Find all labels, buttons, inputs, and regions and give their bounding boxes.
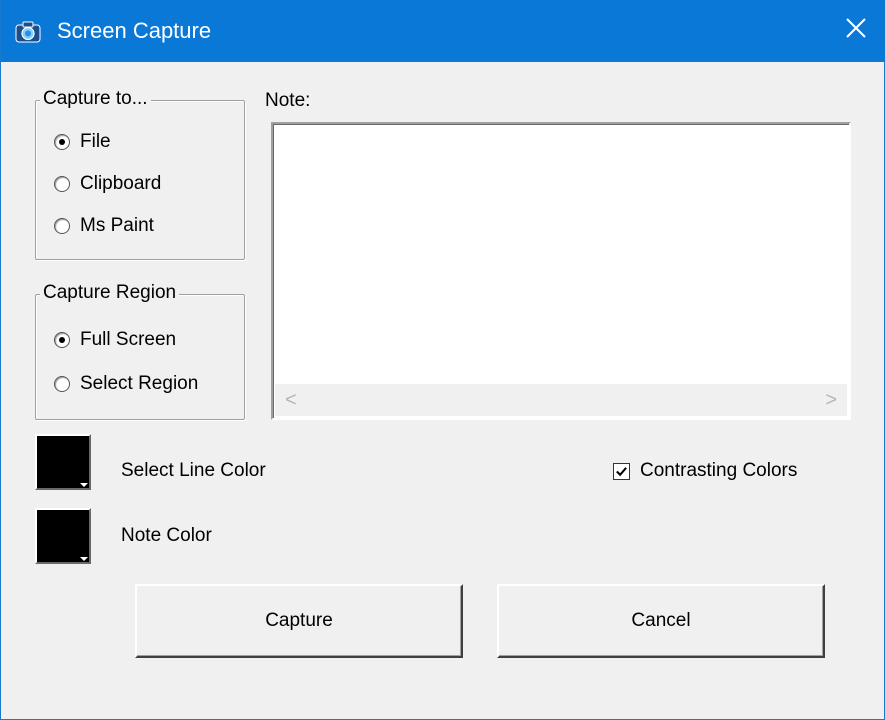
camera-icon <box>15 20 41 44</box>
radio-select-region[interactable]: Select Region <box>54 373 198 395</box>
radio-clipboard-button[interactable] <box>54 176 70 192</box>
radio-full-screen-label: Full Screen <box>80 329 177 350</box>
dropdown-arrow-icon <box>80 557 88 561</box>
radio-clipboard[interactable]: Clipboard <box>54 173 161 195</box>
capture-to-group: Capture to... File Clipboard Ms Paint <box>35 88 245 260</box>
note-color-label: Note Color <box>121 525 212 546</box>
note-color-picker[interactable] <box>35 508 91 564</box>
contrasting-colors-checkbox[interactable]: Contrasting Colors <box>613 460 797 482</box>
horizontal-scrollbar[interactable]: < > <box>275 384 847 416</box>
radio-file[interactable]: File <box>54 131 111 153</box>
cancel-button-label: Cancel <box>631 610 691 631</box>
line-color-label: Select Line Color <box>121 460 266 481</box>
note-label: Note: <box>265 90 311 111</box>
checkmark-icon <box>616 466 627 476</box>
radio-ms-paint-button[interactable] <box>54 218 70 234</box>
radio-select-region-label: Select Region <box>80 373 199 394</box>
title-bar: Screen Capture <box>1 0 885 62</box>
window-title: Screen Capture <box>57 18 212 43</box>
radio-clipboard-label: Clipboard <box>80 173 162 194</box>
cancel-button[interactable]: Cancel <box>497 584 825 658</box>
scroll-right-icon[interactable]: > <box>825 389 837 412</box>
contrasting-colors-label: Contrasting Colors <box>640 460 798 481</box>
capture-button-label: Capture <box>265 610 333 631</box>
note-text <box>273 124 849 132</box>
radio-full-screen-button[interactable] <box>54 332 70 348</box>
checkbox-box[interactable] <box>613 462 630 480</box>
capture-region-group: Capture Region Full Screen Select Region <box>35 282 245 420</box>
line-color-picker[interactable] <box>35 434 91 490</box>
dropdown-arrow-icon <box>80 483 88 487</box>
radio-full-screen[interactable]: Full Screen <box>54 329 176 351</box>
capture-button[interactable]: Capture <box>135 584 463 658</box>
radio-ms-paint-label: Ms Paint <box>80 215 154 236</box>
scroll-left-icon[interactable]: < <box>285 389 297 412</box>
close-icon <box>845 17 867 45</box>
radio-file-label: File <box>80 131 111 152</box>
radio-select-region-button[interactable] <box>54 376 70 392</box>
close-button[interactable] <box>826 0 885 62</box>
capture-to-legend: Capture to... <box>40 88 151 110</box>
capture-region-legend: Capture Region <box>40 282 180 304</box>
radio-ms-paint[interactable]: Ms Paint <box>54 215 154 237</box>
radio-file-button[interactable] <box>54 134 70 150</box>
screen-capture-dialog: Screen Capture Capture to... File Clipbo… <box>0 0 885 720</box>
note-textarea[interactable]: < > <box>271 122 851 420</box>
